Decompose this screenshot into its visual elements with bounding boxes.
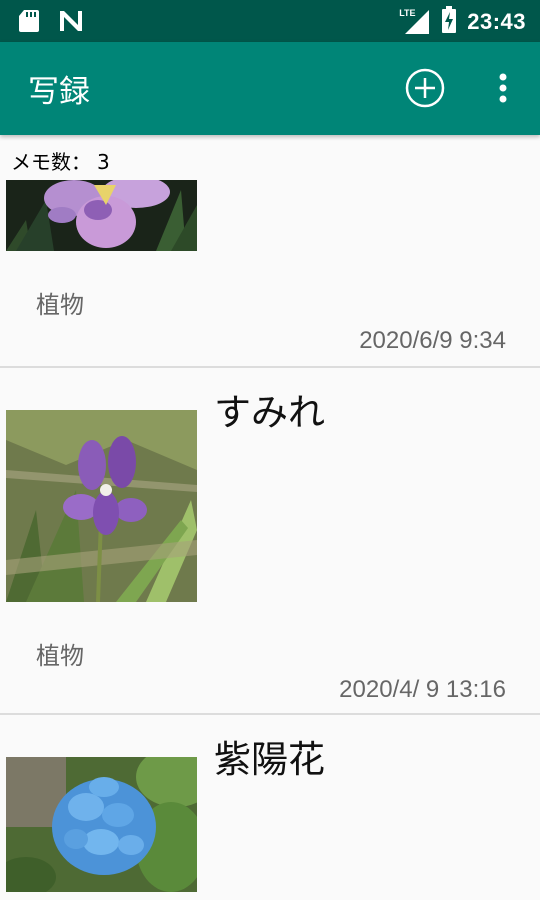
memo-category: 植物 (36, 642, 84, 670)
memo-count: メモ数： 3 (11, 146, 114, 175)
overflow-menu-button[interactable] (488, 67, 518, 109)
app-title: 写録 (28, 74, 90, 110)
memo-count-label: メモ数： (11, 150, 91, 174)
signal-icon: LTE (399, 8, 431, 36)
memo-count-value: 3 (97, 150, 110, 174)
add-memo-button[interactable] (404, 67, 446, 109)
add-circle-icon (405, 68, 445, 108)
app-bar: 写録 (0, 42, 540, 135)
memo-title: 紫陽花 (214, 738, 325, 781)
sd-card-icon (18, 9, 40, 37)
memo-item[interactable]: すみれ 植物 2020/4/ 9 13:16 (0, 368, 540, 713)
memo-list[interactable]: 植物 2020/6/9 9:34 すみれ 植物 2020/4/ 9 13:16 … (0, 135, 540, 900)
network-type-label: LTE (399, 8, 416, 18)
notification-n-icon (58, 9, 84, 37)
violet-flower-photo (6, 410, 197, 602)
battery-charging-icon (441, 6, 457, 38)
memo-date: 2020/6/9 9:34 (359, 327, 506, 354)
memo-item[interactable]: 紫陽花 (0, 715, 540, 900)
status-clock: 23:43 (467, 9, 526, 34)
status-bar: LTE 23:43 (0, 0, 540, 42)
memo-date: 2020/4/ 9 13:16 (339, 676, 506, 703)
memo-category: 植物 (36, 291, 84, 319)
iris-flower-photo (6, 180, 197, 251)
more-vert-icon (499, 73, 507, 103)
memo-title: すみれ (214, 391, 325, 434)
hydrangea-flower-photo (6, 757, 197, 892)
